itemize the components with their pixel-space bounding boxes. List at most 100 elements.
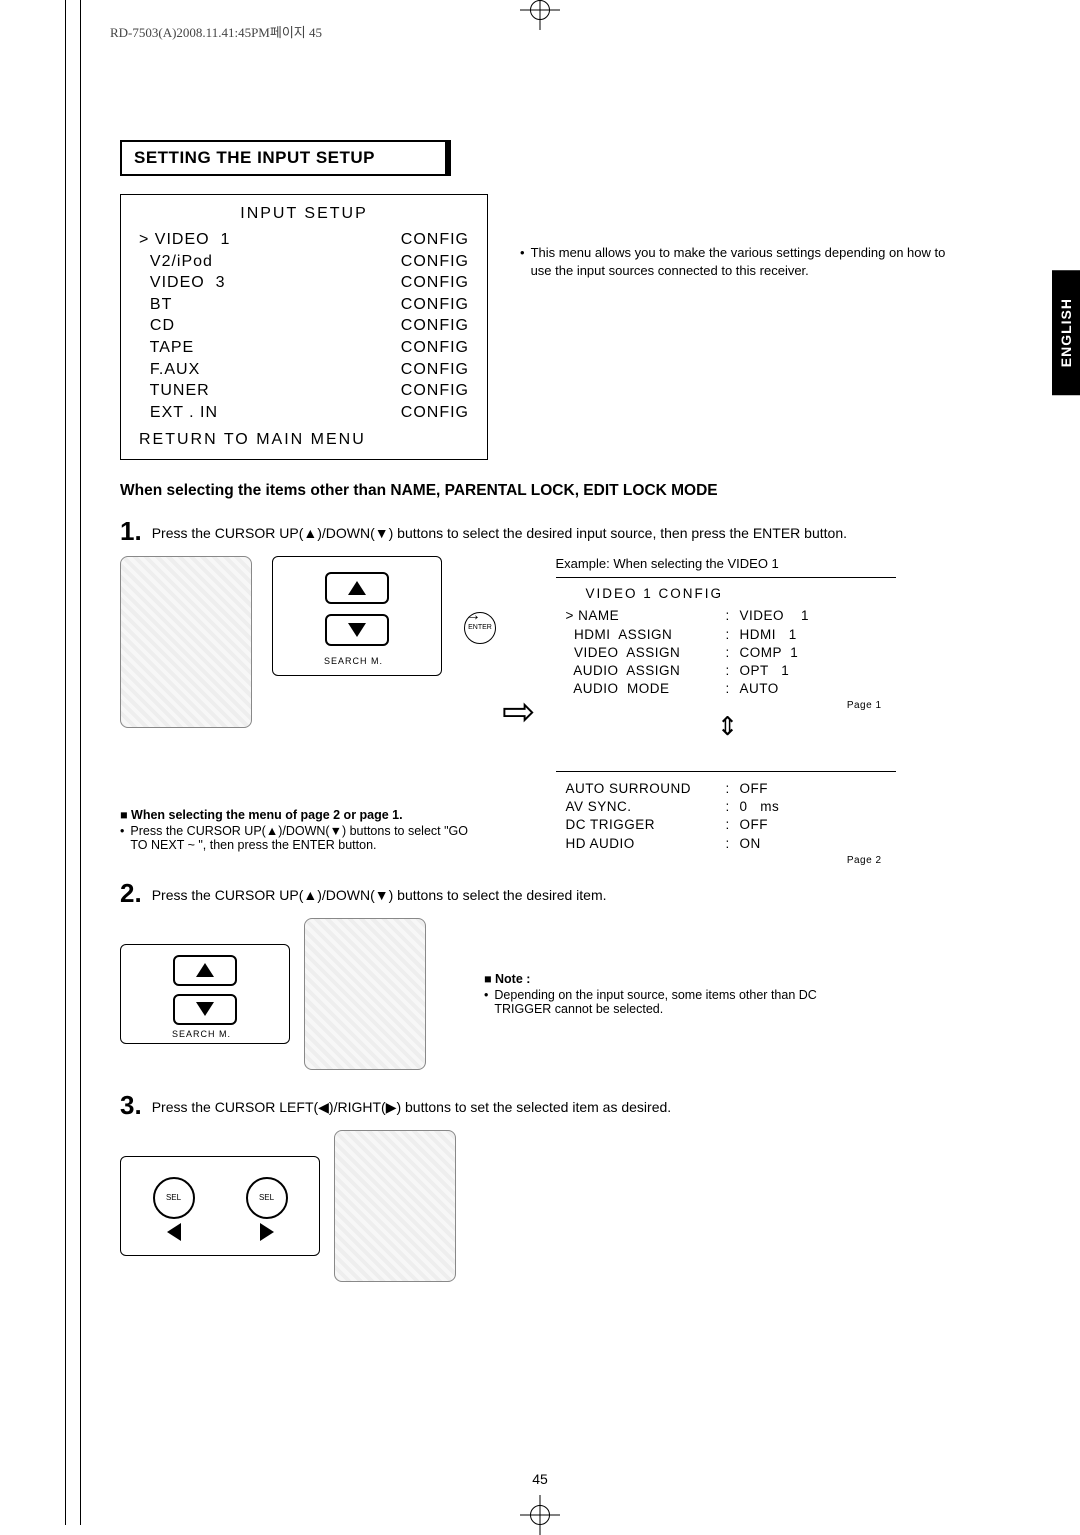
step-text: Press the CURSOR UP(▲)/DOWN(▼) buttons t… (152, 880, 607, 906)
remote-illustration (334, 1130, 456, 1282)
cfg-label: DC TRIGGER (566, 816, 726, 834)
cursor-up-down-inset: SEARCH M. → ENTER (272, 556, 442, 676)
step-number: 2. (120, 880, 142, 906)
triangle-down-icon (348, 623, 366, 637)
osd-row-value: CONFIG (401, 251, 469, 273)
osd-row-label: TUNER (139, 380, 210, 402)
osd-row-value: CONFIG (401, 315, 469, 337)
page-updown-icon: ⇕ (556, 719, 896, 735)
osd-config-header: VIDEO 1 CONFIG (566, 586, 886, 601)
sel-left-button: SEL (153, 1177, 195, 1219)
triangle-down-icon (196, 1002, 214, 1016)
note-block: ■ Note : •Depending on the input source,… (484, 972, 864, 1016)
trim-line (65, 0, 66, 1525)
cursor-down-button (173, 994, 237, 1025)
osd-row-label: F.AUX (139, 359, 200, 381)
osd-config-page-1: VIDEO 1 CONFIG > NAME:VIDEO 1 HDMI ASSIG… (556, 577, 896, 713)
step-text: Press the CURSOR UP(▲)/DOWN(▼) buttons t… (152, 518, 847, 544)
osd-config-page-2: AUTO SURROUND:OFF AV SYNC.:0 ms DC TRIGG… (556, 771, 896, 868)
bullet-icon: • (520, 244, 525, 280)
cfg-label: AUDIO ASSIGN (566, 662, 726, 680)
page-number: 45 (532, 1471, 548, 1487)
search-m-label: SEARCH M. (324, 656, 383, 666)
step-number: 3. (120, 1092, 142, 1118)
sel-right-button: SEL (246, 1177, 288, 1219)
intro-paragraph: •This menu allows you to make the variou… (520, 244, 950, 280)
osd-row-value: CONFIG (401, 294, 469, 316)
cfg-label: HDMI ASSIGN (566, 626, 726, 644)
cfg-value: OFF (740, 780, 769, 798)
cursor-up-button (325, 572, 389, 604)
osd-row-value: CONFIG (401, 337, 469, 359)
step-number: 1. (120, 518, 142, 544)
cfg-value: OFF (740, 816, 769, 834)
osd-footer: RETURN TO MAIN MENU (139, 431, 469, 449)
enter-button: ENTER (464, 612, 496, 644)
content-area: SETTING THE INPUT SETUP INPUT SETUP > VI… (120, 140, 960, 1282)
print-slug: RD-7503(A)2008.11.41:45PM페이지 45 (110, 22, 322, 41)
cfg-value: ON (740, 835, 761, 853)
osd-row-label: VIDEO 3 (139, 272, 225, 294)
manual-page: RD-7503(A)2008.11.41:45PM페이지 45 ENGLISH … (0, 0, 1080, 1525)
bullet-icon: • (120, 824, 124, 852)
cfg-label: AV SYNC. (566, 798, 726, 816)
cfg-value: COMP 1 (740, 644, 799, 662)
note-title: ■ Note : (484, 972, 864, 986)
osd-row-value: CONFIG (401, 380, 469, 402)
remote-illustration (120, 556, 252, 728)
step-1: 1. Press the CURSOR UP(▲)/DOWN(▼) button… (120, 518, 960, 544)
step-3: 3. Press the CURSOR LEFT(◀)/RIGHT(▶) but… (120, 1092, 960, 1118)
osd-row-value: CONFIG (401, 359, 469, 381)
section-title: SETTING THE INPUT SETUP (120, 140, 451, 176)
remote-illustration (304, 918, 426, 1070)
example-column: Example: When selecting the VIDEO 1 VIDE… (556, 556, 896, 868)
bullet-icon: • (484, 988, 488, 1016)
flow-arrow-icon: ⇨ (502, 689, 536, 735)
crop-mark-top (520, 0, 560, 30)
subnote-text: Press the CURSOR UP(▲)/DOWN(▼) buttons t… (130, 824, 480, 852)
page-tag: Page 2 (566, 855, 886, 866)
triangle-left-icon (167, 1223, 181, 1241)
cfg-value: VIDEO 1 (740, 607, 810, 625)
cursor-up-button (173, 955, 237, 986)
step-2-figure-row: SEARCH M. ■ Note : •Depending on the inp… (120, 918, 960, 1070)
osd-row-value: CONFIG (401, 402, 469, 424)
cfg-value: 0 ms (740, 798, 780, 816)
step-2: 2. Press the CURSOR UP(▲)/DOWN(▼) button… (120, 880, 960, 906)
osd-row-label: TAPE (139, 337, 194, 359)
step-text: Press the CURSOR LEFT(◀)/RIGHT(▶) button… (152, 1092, 671, 1118)
step-3-figure-row: SEL SEL (120, 1130, 960, 1282)
cfg-value: HDMI 1 (740, 626, 797, 644)
cfg-label: VIDEO ASSIGN (566, 644, 726, 662)
page-tag: Page 1 (566, 700, 886, 711)
cursor-left-right-inset: SEL SEL (120, 1156, 320, 1256)
cfg-value: OPT 1 (740, 662, 790, 680)
cursor-down-button (325, 614, 389, 646)
osd-title: INPUT SETUP (139, 205, 469, 223)
cfg-value: AUTO (740, 680, 779, 698)
triangle-up-icon (196, 963, 214, 977)
cfg-label: HD AUDIO (566, 835, 726, 853)
subnote-title: ■ When selecting the menu of page 2 or p… (120, 808, 480, 822)
subsection-heading: When selecting the items other than NAME… (120, 482, 960, 500)
crop-mark-bottom (520, 1495, 560, 1535)
cfg-label: AUTO SURROUND (566, 780, 726, 798)
cfg-label: > NAME (566, 607, 726, 625)
osd-row-value: CONFIG (401, 272, 469, 294)
triangle-right-icon (260, 1223, 274, 1241)
osd-row-label: CD (139, 315, 175, 337)
osd-input-setup: INPUT SETUP > VIDEO 1 CONFIG V2/iPod CONFI… (120, 194, 488, 460)
osd-row-value: CONFIG (401, 229, 469, 251)
trim-line-inner (80, 0, 81, 1525)
osd-row-label: > VIDEO 1 (139, 229, 230, 251)
osd-row-label: EXT . IN (139, 402, 218, 424)
triangle-up-icon (348, 581, 366, 595)
example-title: Example: When selecting the VIDEO 1 (556, 556, 896, 571)
osd-row-label: BT (139, 294, 172, 316)
osd-row-label: V2/iPod (139, 251, 213, 273)
page-select-subnote: ■ When selecting the menu of page 2 or p… (120, 808, 480, 852)
cursor-up-down-inset: SEARCH M. (120, 944, 290, 1044)
language-tab: ENGLISH (1052, 270, 1080, 395)
search-m-label: SEARCH M. (172, 1029, 231, 1039)
note-text: Depending on the input source, some item… (494, 988, 864, 1016)
